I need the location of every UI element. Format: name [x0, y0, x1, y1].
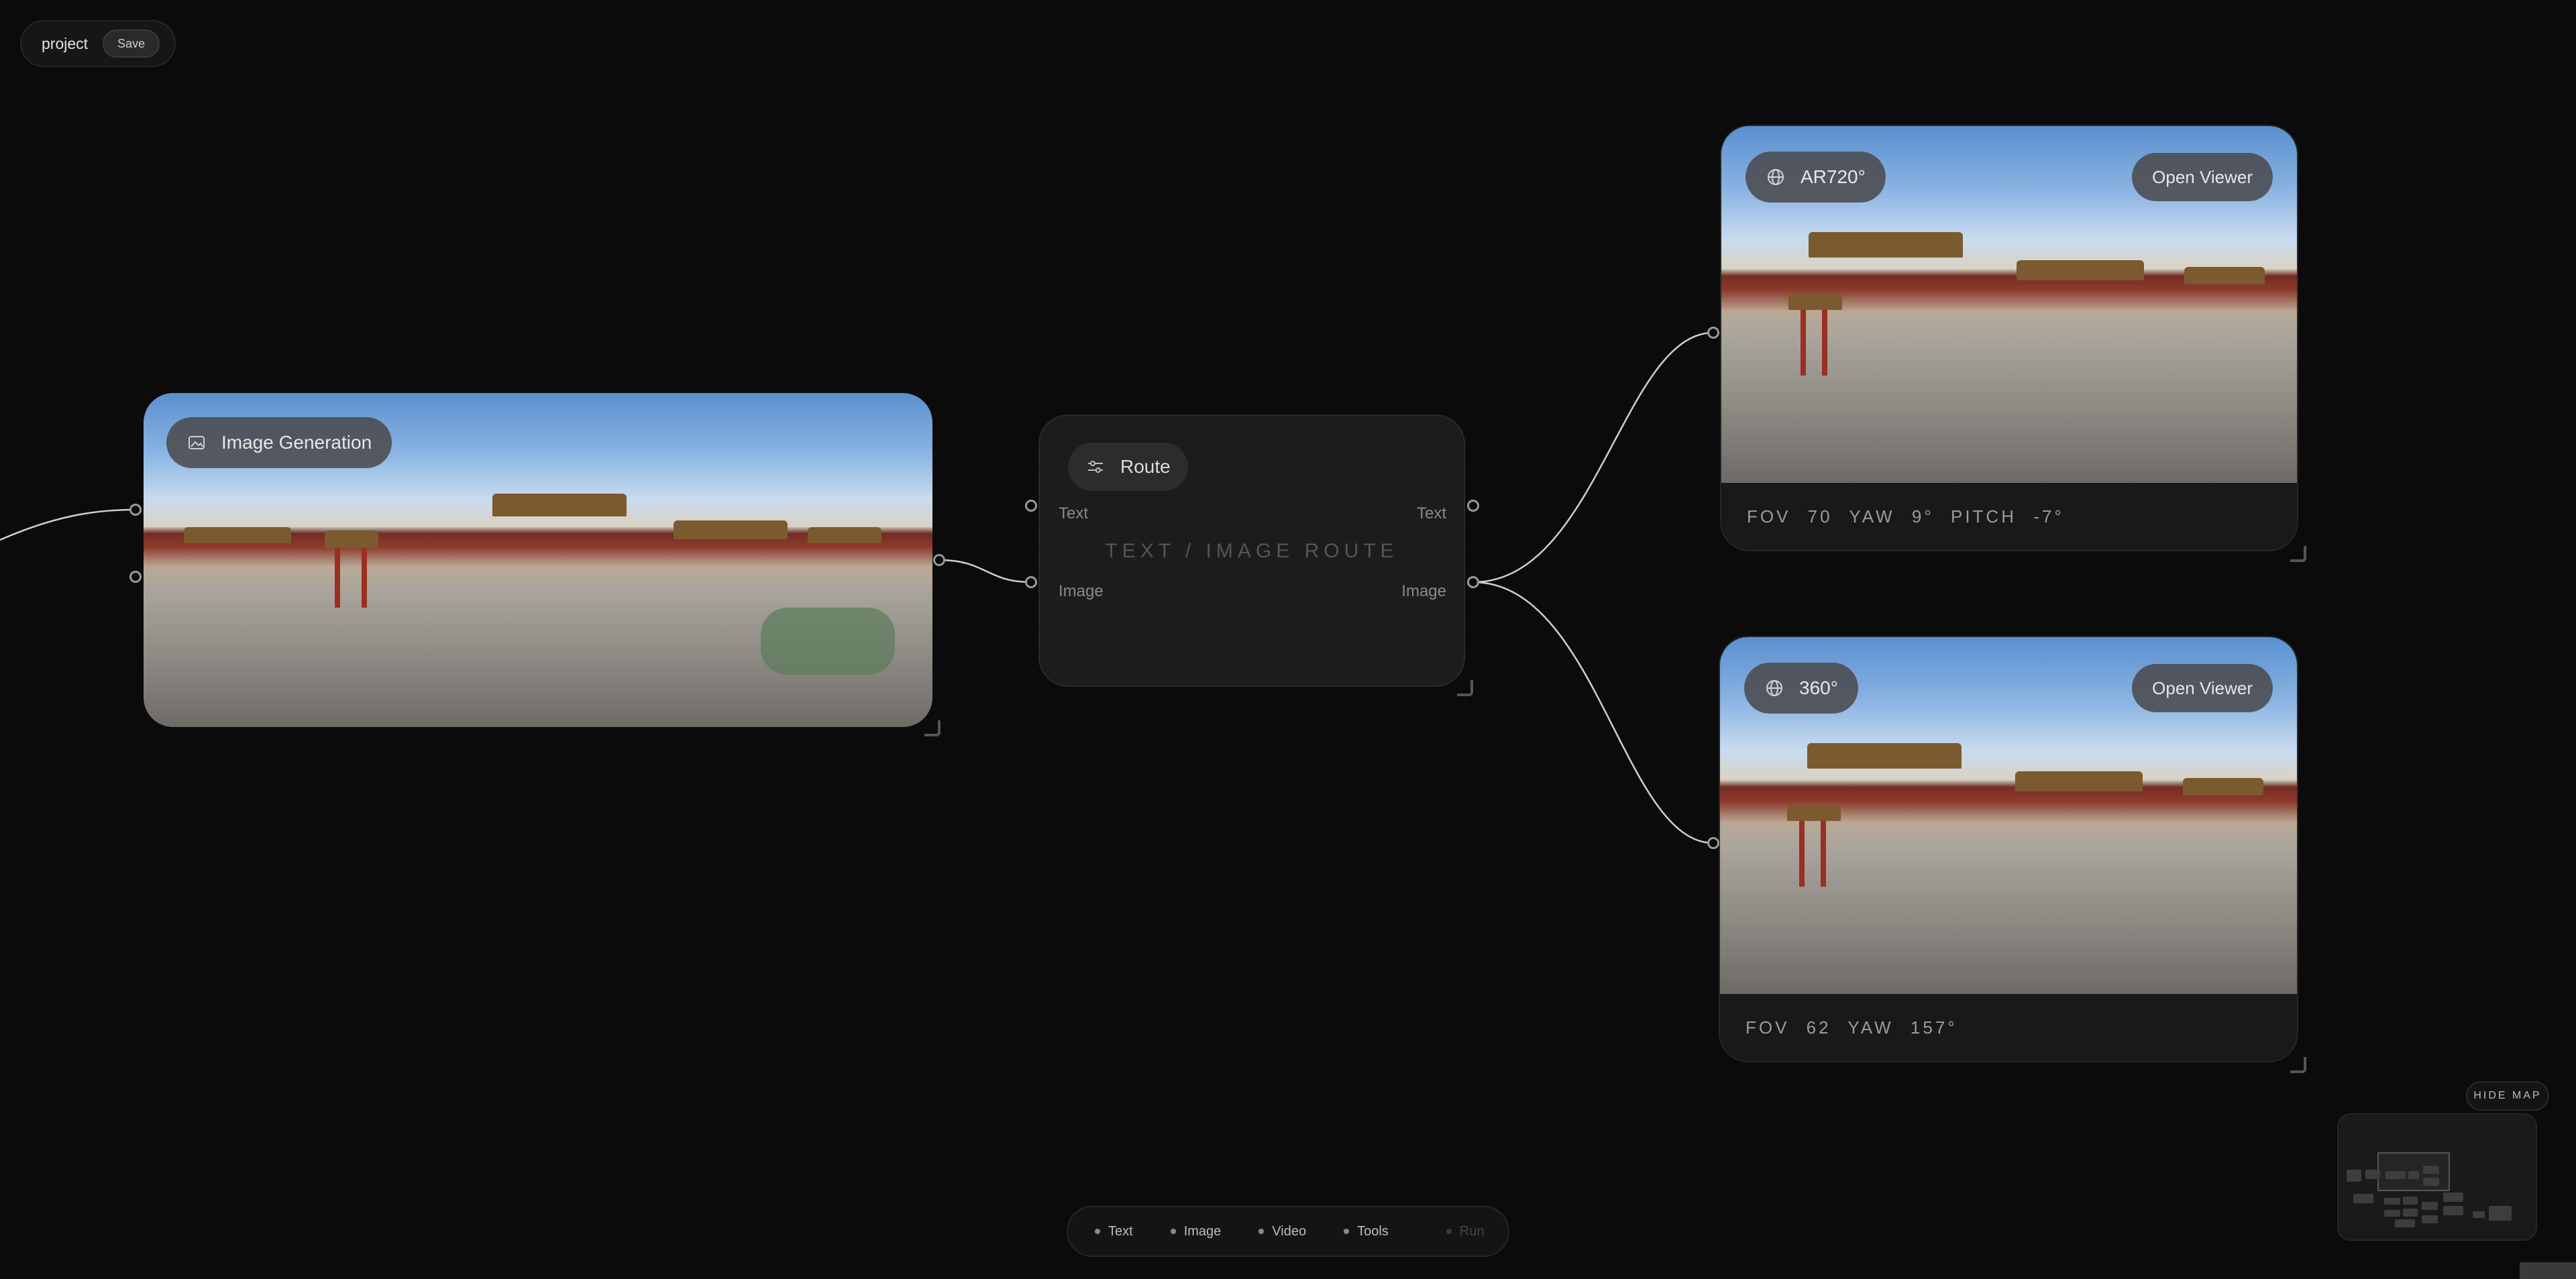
route-input-text-handle[interactable]: [1025, 500, 1037, 512]
toolbar-video-button[interactable]: Video: [1258, 1224, 1306, 1239]
image-gen-output-handle[interactable]: [933, 554, 945, 566]
viewer-360-title: 360°: [1744, 663, 1858, 714]
viewer-360-input-handle[interactable]: [1707, 837, 1719, 849]
image-generation-label: Image Generation: [221, 432, 372, 453]
image-gen-input-image-handle[interactable]: [129, 571, 142, 583]
image-generation-title: Image Generation: [166, 417, 392, 468]
save-button[interactable]: Save: [103, 30, 160, 58]
toolbar-text-label: Text: [1108, 1223, 1133, 1239]
toolbar-run-label: Run: [1459, 1223, 1485, 1239]
toolbar-image-label: Image: [1183, 1223, 1222, 1239]
dot-icon: [1344, 1229, 1350, 1234]
dot-icon: [1095, 1229, 1100, 1234]
hide-map-button[interactable]: HIDE MAP: [2466, 1081, 2549, 1111]
project-chip: project Save: [20, 20, 176, 67]
sliders-icon: [1085, 457, 1106, 477]
route-output-text-label: Text: [1416, 504, 1446, 522]
project-name[interactable]: project: [42, 35, 88, 53]
route-resize-handle[interactable]: [1457, 680, 1473, 696]
toolbar-video-label: Video: [1272, 1223, 1307, 1239]
route-input-image-label: Image: [1059, 582, 1104, 600]
minimap[interactable]: [2337, 1113, 2537, 1241]
viewer-ar720-readout: FOV 70 YAW 9° PITCH -7°: [1721, 483, 2297, 550]
toolbar-tools-label: Tools: [1357, 1223, 1389, 1239]
toolbar-text-button[interactable]: Text: [1095, 1224, 1133, 1239]
image-gen-input-text-handle[interactable]: [129, 504, 142, 516]
wire-route-to-viewer-top: [1472, 331, 1714, 583]
viewer-ar720-resize-handle[interactable]: [2290, 546, 2306, 562]
route-output-image-label: Image: [1401, 582, 1446, 600]
image-generation-node[interactable]: Image Generation: [144, 393, 932, 727]
toolbar-tools-button[interactable]: Tools: [1344, 1224, 1389, 1239]
viewer-360-resize-handle[interactable]: [2290, 1057, 2306, 1073]
viewer-ar720-input-handle[interactable]: [1707, 327, 1719, 339]
viewer-ar720-label: AR720°: [1801, 166, 1866, 187]
corner-indicator: [2520, 1262, 2576, 1279]
dot-icon: [1446, 1229, 1452, 1234]
toolbar-run-button[interactable]: Run: [1446, 1223, 1485, 1239]
viewer-360-readout: FOV 62 YAW 157°: [1720, 994, 2297, 1061]
dot-icon: [1170, 1229, 1176, 1234]
route-caption: TEXT / IMAGE ROUTE: [1105, 540, 1399, 562]
route-output-image-handle[interactable]: [1467, 576, 1479, 588]
route-input-text-label: Text: [1059, 504, 1089, 522]
viewer-360-label: 360°: [1799, 677, 1838, 698]
toolbar-image-button[interactable]: Image: [1170, 1223, 1222, 1239]
image-icon: [186, 433, 207, 453]
route-title: Route: [1068, 443, 1188, 491]
wire-route-to-viewer-bottom: [1472, 581, 1714, 844]
viewer-ar720-title: AR720°: [1746, 152, 1886, 203]
globe-icon: [1764, 678, 1784, 698]
dot-icon: [1258, 1229, 1265, 1234]
route-input-image-handle[interactable]: [1025, 576, 1037, 588]
viewer-node-ar720[interactable]: AR720° Open Viewer FOV 70 YAW 9° PITCH -…: [1720, 125, 2298, 551]
globe-icon: [1766, 167, 1786, 187]
open-viewer-button-360[interactable]: Open Viewer: [2132, 664, 2273, 712]
image-gen-resize-handle[interactable]: [924, 720, 941, 736]
wire-offscreen-to-image-gen: [0, 508, 135, 541]
route-output-text-handle[interactable]: [1467, 500, 1479, 512]
open-viewer-button-ar720[interactable]: Open Viewer: [2132, 153, 2273, 201]
route-label: Route: [1120, 456, 1171, 477]
viewer-node-360[interactable]: 360° Open Viewer FOV 62 YAW 157°: [1719, 636, 2298, 1062]
node-toolbar: Text Image Video Tools Run: [1067, 1206, 1509, 1257]
route-node[interactable]: Route Text Image Text Image TEXT / IMAGE…: [1038, 414, 1465, 687]
wire-image-gen-to-route: [938, 559, 1032, 583]
